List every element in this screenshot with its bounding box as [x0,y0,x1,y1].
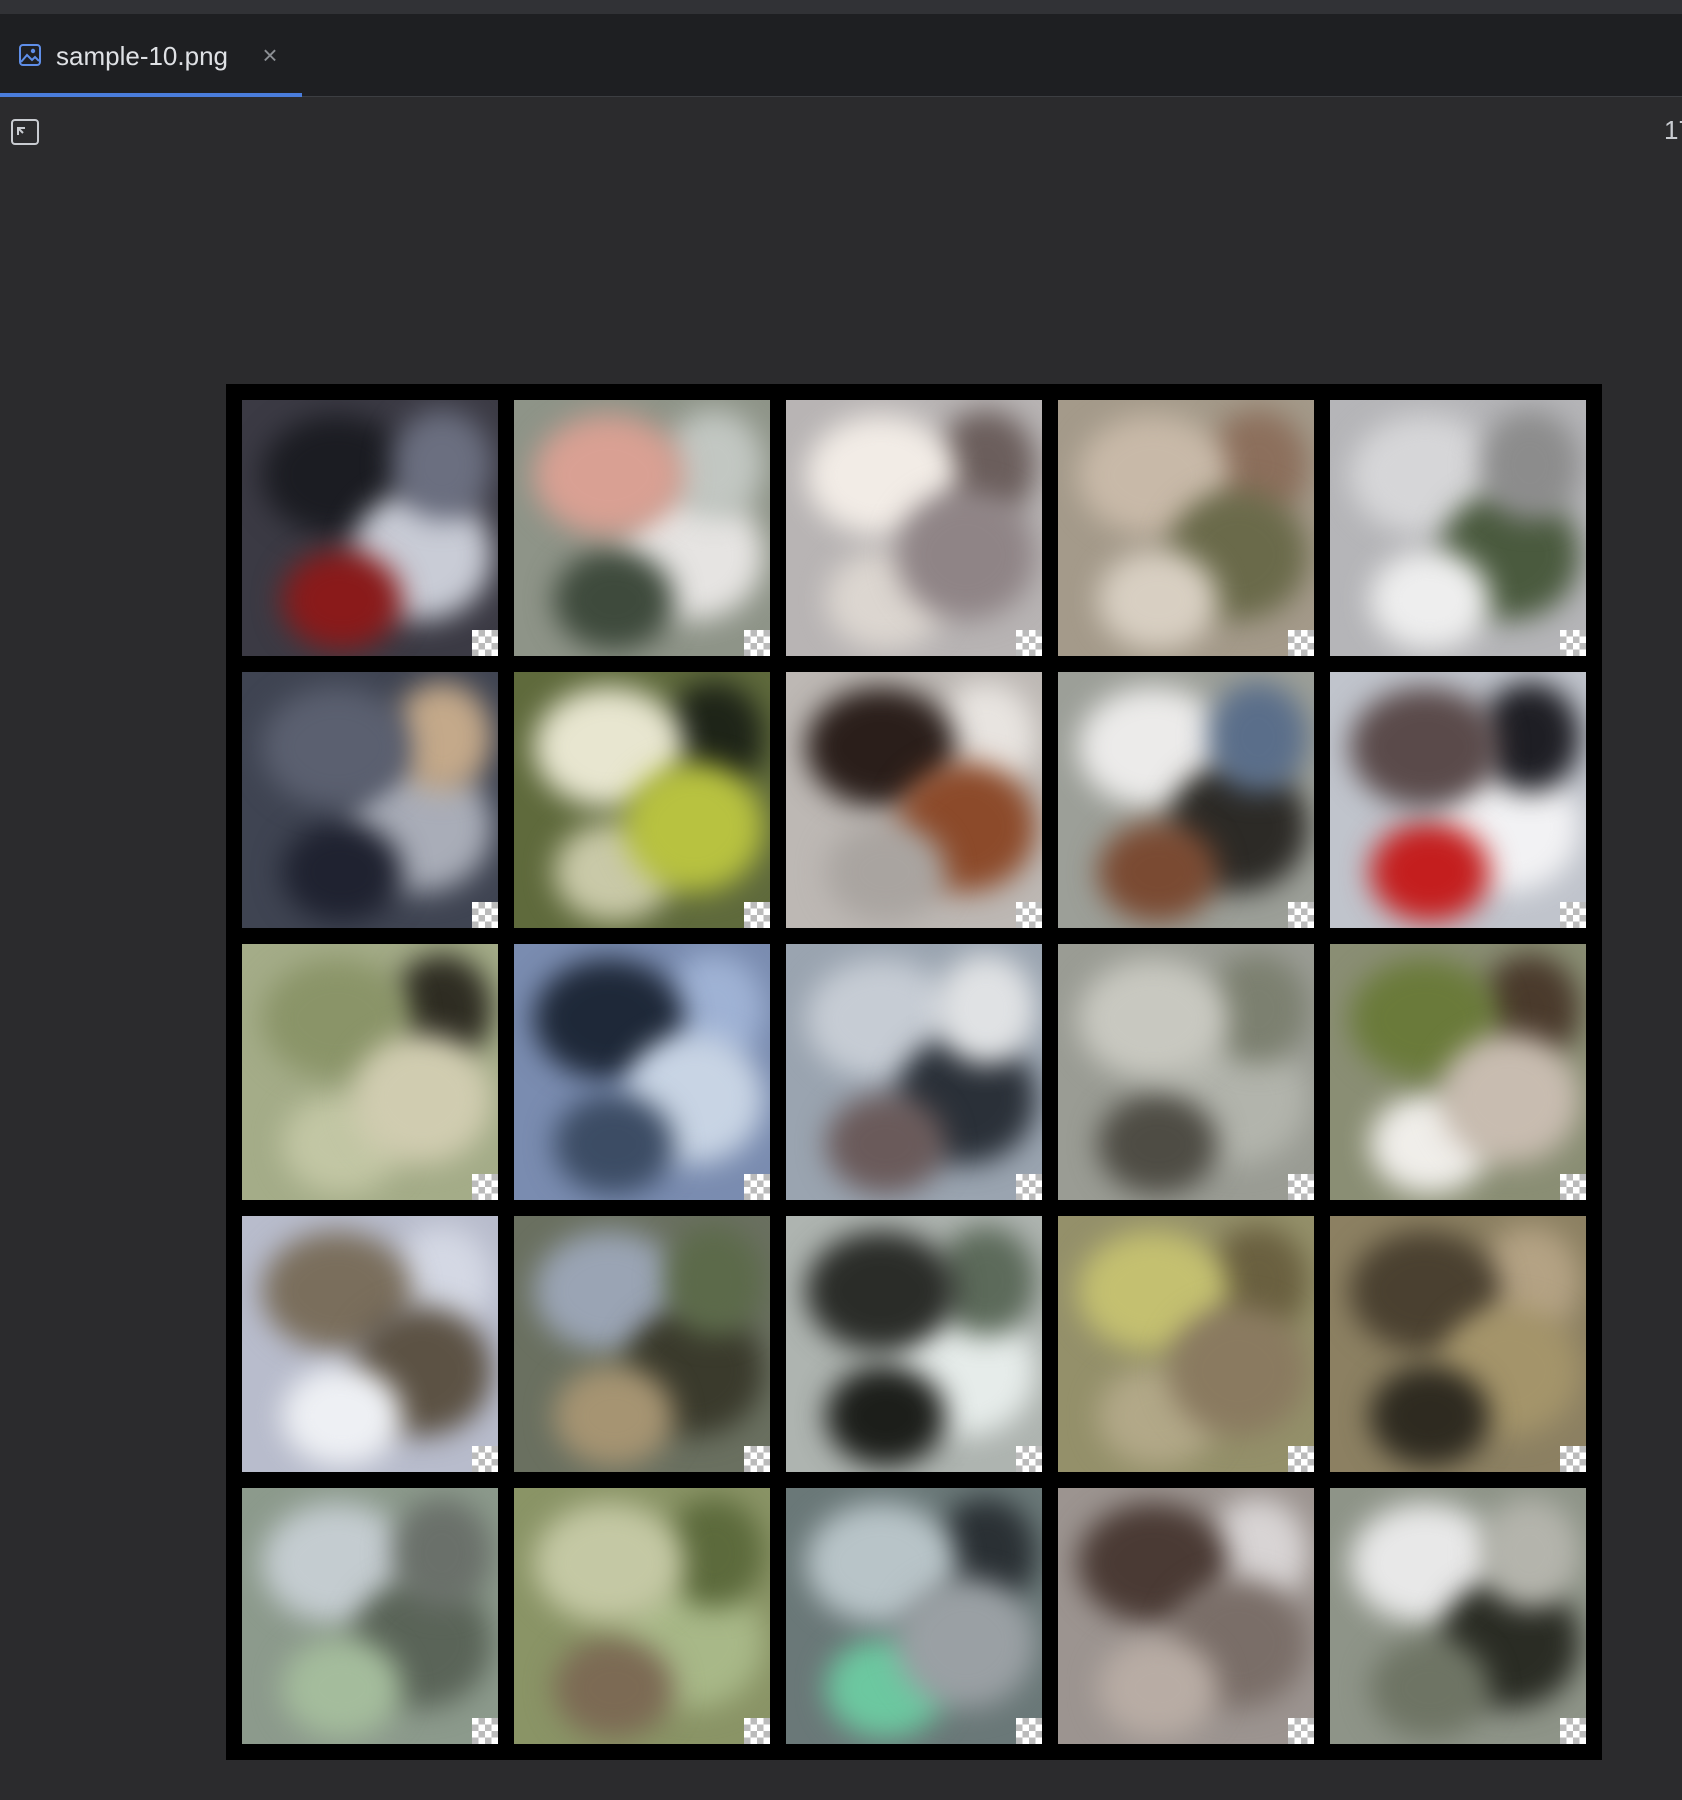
sample-thumbnail [242,1216,498,1472]
thumbnail-blob [1350,687,1500,807]
thumbnail-blob [534,1503,684,1623]
sample-thumbnail [242,1488,498,1744]
thumbnail-blob [554,1366,674,1466]
sample-thumbnail [786,1216,1042,1472]
transparency-checker [472,902,498,928]
sample-thumbnail [786,1488,1042,1744]
thumbnail-blob [1078,959,1228,1079]
sample-thumbnail [242,672,498,928]
thumbnail-blob [1480,1498,1580,1608]
transparency-checker [1288,902,1314,928]
thumbnail-blob [826,1366,946,1466]
thumbnail-blob [1098,822,1218,922]
transparency-checker [1016,1174,1042,1200]
transparency-checker [472,630,498,656]
sample-thumbnail [1058,1216,1314,1472]
thumbnail-blob [1098,550,1218,650]
sample-thumbnail [1330,944,1586,1200]
sample-thumbnail [242,944,498,1200]
thumbnail-blob [1440,1034,1580,1164]
sample-thumbnail [514,672,770,928]
fit-to-window-icon[interactable] [10,117,40,147]
sample-thumbnail [1330,672,1586,928]
thumbnail-blob [554,550,674,650]
thumbnail-blob [392,1498,492,1608]
transparency-checker [744,630,770,656]
thumbnail-blob [1098,1638,1218,1738]
thumbnail-blob [554,1638,674,1738]
sample-thumbnail [1058,400,1314,656]
transparency-checker [1560,1174,1586,1200]
thumbnail-blob [352,1034,492,1164]
thumbnail-blob [282,822,402,922]
sample-thumbnail [514,400,770,656]
transparency-checker [744,902,770,928]
editor-tab-bar: sample-10.png × [0,14,1682,97]
image-preview [226,384,1602,1760]
transparency-checker [1560,1718,1586,1744]
thumbnail-blob [936,954,1036,1064]
thumbnail-blob [534,415,684,535]
image-viewer-toolbar: 17 [0,97,1682,167]
thumbnail-blob [664,1226,764,1336]
thumbnail-blob [554,1094,674,1194]
sample-thumbnail [1058,672,1314,928]
transparency-checker [1288,1446,1314,1472]
sample-thumbnail [242,400,498,656]
zoom-level: 17 [1664,115,1682,145]
thumbnail-blob [896,490,1036,620]
transparency-checker [1288,630,1314,656]
thumbnail-blob [896,1578,1036,1708]
thumbnail-blob [826,822,946,922]
transparency-checker [1016,902,1042,928]
thumbnail-blob [806,1231,956,1351]
thumbnail-blob [1480,410,1580,520]
transparency-checker [1288,1718,1314,1744]
sample-image-grid [242,400,1586,1744]
tab-sample-10-png[interactable]: sample-10.png × [0,14,302,97]
transparency-checker [744,1718,770,1744]
transparency-checker [1016,1446,1042,1472]
sample-thumbnail [1330,1216,1586,1472]
sample-thumbnail [1330,1488,1586,1744]
close-icon[interactable]: × [257,42,283,68]
transparency-checker [744,1174,770,1200]
sample-thumbnail [786,672,1042,928]
transparency-checker [1560,902,1586,928]
transparency-checker [1288,1174,1314,1200]
transparency-checker [1560,1446,1586,1472]
thumbnail-blob [1168,1306,1308,1436]
thumbnail-blob [1370,550,1490,650]
sample-thumbnail [786,944,1042,1200]
sample-thumbnail [514,1488,770,1744]
sample-thumbnail [514,944,770,1200]
transparency-checker [472,1446,498,1472]
sample-thumbnail [786,400,1042,656]
sample-thumbnail [1058,1488,1314,1744]
thumbnail-blob [1098,1094,1218,1194]
thumbnail-blob [1370,822,1490,922]
image-file-icon [19,44,41,66]
thumbnail-blob [282,1366,402,1466]
transparency-checker [472,1718,498,1744]
thumbnail-blob [282,550,402,650]
transparency-checker [472,1174,498,1200]
sample-thumbnail [1058,944,1314,1200]
thumbnail-blob [826,1094,946,1194]
thumbnail-blob [392,410,492,520]
thumbnail-blob [1370,1366,1490,1466]
thumbnail-blob [1370,1638,1490,1738]
transparency-checker [1016,630,1042,656]
thumbnail-blob [262,687,412,807]
transparency-checker [1016,1718,1042,1744]
thumbnail-blob [624,762,764,892]
thumbnail-blob [1208,682,1308,792]
thumbnail-blob [282,1638,402,1738]
sample-thumbnail [514,1216,770,1472]
transparency-checker [744,1446,770,1472]
transparency-checker [1560,630,1586,656]
sample-thumbnail [1330,400,1586,656]
window-top-strip [0,0,1682,14]
tab-title: sample-10.png [56,41,228,71]
